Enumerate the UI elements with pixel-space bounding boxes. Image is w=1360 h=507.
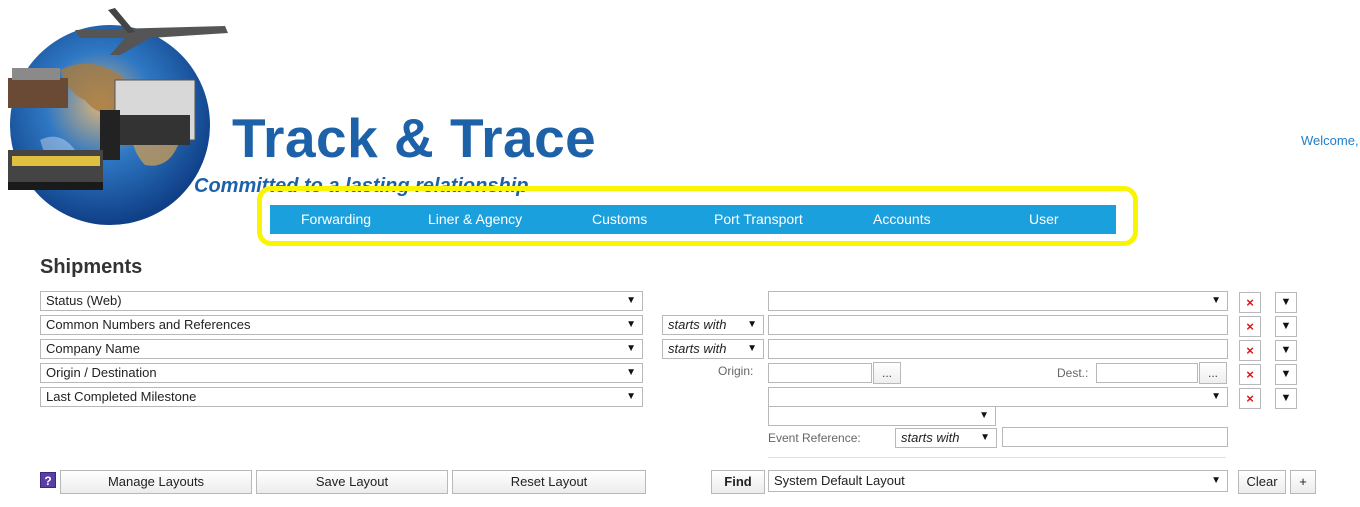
chevron-down-icon[interactable]: ▼ — [1275, 316, 1297, 337]
globe-logo-icon — [8, 8, 228, 225]
chevron-down-icon[interactable]: ▼ — [1275, 364, 1297, 385]
chevron-down-icon: ▼ — [1211, 391, 1221, 402]
find-button[interactable]: Find — [711, 470, 765, 494]
origin-lookup-button[interactable]: ... — [873, 362, 901, 384]
chevron-down-icon: ▼ — [747, 319, 757, 330]
remove-row-icon[interactable]: × — [1239, 364, 1261, 385]
operator-label: starts with — [901, 430, 960, 445]
chevron-down-icon: ▼ — [626, 319, 636, 330]
save-layout-button[interactable]: Save Layout — [256, 470, 448, 494]
remove-row-icon[interactable]: × — [1239, 292, 1261, 313]
clear-button[interactable]: Clear — [1238, 470, 1286, 494]
field-select-label: Common Numbers and References — [46, 317, 251, 332]
operator-label: starts with — [668, 317, 727, 332]
field-select-company-name[interactable]: Company Name ▼ — [40, 339, 643, 359]
chevron-down-icon[interactable]: ▼ — [1275, 388, 1297, 409]
field-select-label: Company Name — [46, 341, 140, 356]
chevron-down-icon[interactable]: ▼ — [1275, 292, 1297, 313]
field-select-common-numbers[interactable]: Common Numbers and References ▼ — [40, 315, 643, 335]
manage-layouts-button[interactable]: Manage Layouts — [60, 470, 252, 494]
layout-select-label: System Default Layout — [774, 473, 905, 488]
field-select-label: Status (Web) — [46, 293, 122, 308]
divider — [768, 457, 1226, 458]
chevron-down-icon[interactable]: ▼ — [1275, 340, 1297, 361]
remove-row-icon[interactable]: × — [1239, 316, 1261, 337]
dest-label: Dest.: — [1057, 366, 1089, 380]
help-icon[interactable]: ? — [40, 472, 56, 488]
operator-label: starts with — [668, 341, 727, 356]
layout-select[interactable]: System Default Layout ▼ — [768, 470, 1228, 492]
event-reference-label: Event Reference: — [768, 431, 861, 445]
chevron-down-icon: ▼ — [1211, 295, 1221, 306]
dest-input[interactable] — [1096, 363, 1198, 383]
origin-label: Origin: — [718, 364, 754, 378]
chevron-down-icon: ▼ — [1211, 475, 1221, 486]
chevron-down-icon: ▼ — [626, 391, 636, 402]
field-select-last-milestone[interactable]: Last Completed Milestone ▼ — [40, 387, 643, 407]
welcome-text: Welcome, — [1301, 133, 1359, 148]
remove-row-icon[interactable]: × — [1239, 340, 1261, 361]
event-reference-input[interactable] — [1002, 427, 1228, 447]
dest-lookup-button[interactable]: ... — [1199, 362, 1227, 384]
operator-select-common[interactable]: starts with ▼ — [662, 315, 764, 335]
remove-row-icon[interactable]: × — [1239, 388, 1261, 409]
app-title: Track & Trace — [232, 107, 597, 169]
operator-select-company[interactable]: starts with ▼ — [662, 339, 764, 359]
milestone-value-select[interactable]: ▼ — [768, 387, 1228, 407]
highlight-box — [257, 186, 1138, 246]
field-select-label: Origin / Destination — [46, 365, 157, 380]
chevron-down-icon: ▼ — [980, 432, 990, 443]
page-title: Shipments — [40, 256, 143, 278]
chevron-down-icon: ▼ — [626, 367, 636, 378]
reset-layout-button[interactable]: Reset Layout — [452, 470, 646, 494]
field-select-label: Last Completed Milestone — [46, 389, 197, 404]
milestone-secondary-select[interactable]: ▼ — [768, 406, 996, 426]
chevron-down-icon: ▼ — [626, 343, 636, 354]
chevron-down-icon: ▼ — [747, 343, 757, 354]
origin-input[interactable] — [768, 363, 872, 383]
status-value-select[interactable]: ▼ — [768, 291, 1228, 311]
common-numbers-input[interactable] — [768, 315, 1228, 335]
add-button[interactable]: + — [1290, 470, 1316, 494]
event-operator-select[interactable]: starts with ▼ — [895, 428, 997, 448]
company-name-input[interactable] — [768, 339, 1228, 359]
field-select-origin-destination[interactable]: Origin / Destination ▼ — [40, 363, 643, 383]
field-select-status[interactable]: Status (Web) ▼ — [40, 291, 643, 311]
chevron-down-icon: ▼ — [626, 295, 636, 306]
chevron-down-icon: ▼ — [979, 410, 989, 421]
